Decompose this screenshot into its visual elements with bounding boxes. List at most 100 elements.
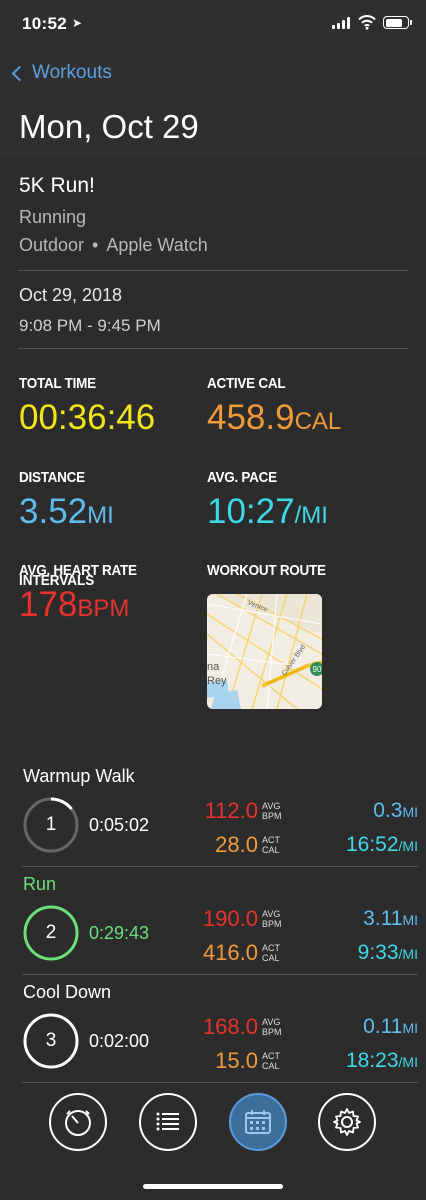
interval-cal: 416.0 ACT CAL	[196, 940, 284, 966]
workout-info: 5K Run! Running Outdoor • Apple Watch	[0, 158, 426, 256]
interval-row[interactable]: Warmup Walk 1 0:05:02 112.0 AVG BPM 28.0 …	[0, 766, 426, 874]
page-title: Mon, Oct 29	[19, 108, 199, 145]
cal-label: ACT CAL	[262, 943, 284, 963]
interval-bpm: 190.0 AVG BPM	[196, 906, 284, 932]
workout-source: Outdoor • Apple Watch	[19, 235, 408, 256]
avg-text: AVG	[262, 1017, 281, 1027]
map-label-rey: Rey	[207, 675, 227, 687]
distance-unit: MI	[402, 1020, 418, 1036]
location-arrow-icon: ➤	[72, 16, 83, 30]
workout-route-map[interactable]: 90 Venice Culver Blvd na Rey	[207, 594, 322, 709]
gear-icon	[333, 1108, 361, 1136]
workout-date: Oct 29, 2018	[19, 285, 123, 305]
workout-datetime: Oct 29, 2018 9:08 PM - 9:45 PM	[0, 271, 426, 348]
distance-value: 3.52	[19, 492, 88, 531]
interval-index: 1	[45, 814, 57, 835]
total-time-value: 00:36:46	[19, 398, 156, 437]
pace-unit: /MI	[398, 838, 418, 854]
interval-bpm: 112.0 AVG BPM	[196, 798, 284, 824]
bpm-label: AVG BPM	[262, 801, 284, 821]
interval-row[interactable]: Cool Down 3 0:02:00 168.0 AVG BPM 15.0 AC…	[0, 982, 426, 1090]
chevron-left-icon	[11, 65, 28, 81]
workout-name: 5K Run!	[19, 174, 95, 197]
interval-index: 3	[45, 1030, 57, 1051]
stat-avg-pace: AVG. PACE 10:27/MI	[207, 469, 328, 532]
bpm-label: AVG BPM	[262, 1017, 284, 1037]
interval-duration: 0:05:02	[89, 815, 150, 835]
interval-progress-ring: 1	[23, 797, 79, 853]
avg-hr-value: 178	[19, 585, 78, 624]
stat-label: TOTAL TIME	[19, 375, 96, 392]
interval-distance: 3.11MI	[363, 907, 418, 931]
interval-row[interactable]: Run 2 0:29:43 190.0 AVG BPM 416.0 ACT CAL …	[0, 874, 426, 982]
back-label: Workouts	[32, 62, 112, 83]
battery-icon	[383, 16, 412, 29]
list-icon	[156, 1112, 179, 1131]
act-text: ACT	[262, 835, 280, 845]
distance-value: 0.3	[373, 799, 403, 822]
stat-active-cal: ACTIVE CAL 458.9CAL	[207, 375, 341, 438]
cal-label: ACT CAL	[262, 835, 284, 855]
stat-workout-route: WORKOUT ROUTE	[207, 562, 339, 579]
interval-duration: 0:29:43	[89, 923, 150, 943]
stat-value: 458.9CAL	[207, 398, 341, 438]
avg-pace-unit: /MI	[294, 502, 328, 529]
bpm-value: 168.0	[202, 1014, 258, 1039]
interval-pace: 18:23/MI	[346, 1049, 418, 1073]
bpm-value: 190.0	[202, 906, 258, 931]
bpm-text: BPM	[262, 811, 282, 821]
distance-unit: MI	[402, 804, 418, 820]
cal-text: CAL	[262, 1061, 280, 1071]
stat-distance: DISTANCE 3.52MI	[19, 469, 114, 532]
stat-label: DISTANCE	[19, 469, 85, 486]
cal-value: 15.0	[215, 1048, 258, 1073]
tab-settings[interactable]	[318, 1093, 376, 1151]
interval-progress-ring: 3	[23, 1013, 79, 1069]
pace-value: 18:23	[345, 1049, 399, 1072]
interval-cal: 15.0 ACT CAL	[196, 1048, 284, 1074]
interval-divider	[22, 974, 418, 975]
stat-value: 10:27/MI	[207, 492, 328, 532]
cal-text: CAL	[262, 845, 280, 855]
interval-pace: 9:33/MI	[358, 941, 418, 965]
pace-unit: /MI	[398, 946, 418, 962]
stat-total-time: TOTAL TIME 00:36:46	[19, 375, 155, 438]
distance-value: 0.11	[363, 1015, 403, 1038]
active-cal-unit: CAL	[294, 408, 342, 435]
status-time: 10:52	[22, 14, 67, 33]
bpm-label: AVG BPM	[262, 909, 284, 929]
header: 10:52 ➤ Workouts Mon, Oct 29	[0, 0, 426, 158]
stat-value: 3.52MI	[19, 492, 114, 532]
stat-value: 178BPM	[19, 585, 150, 625]
intervals-title: INTERVALS	[19, 572, 95, 589]
highway-shield-label: 90	[313, 665, 322, 674]
pace-value: 16:52	[345, 833, 399, 856]
interval-bpm: 168.0 AVG BPM	[196, 1014, 284, 1040]
calendar-icon	[245, 1110, 271, 1134]
distance-value: 3.11	[363, 907, 403, 930]
distance-unit: MI	[402, 912, 418, 928]
avg-text: AVG	[262, 801, 281, 811]
stat-label: ACTIVE CAL	[207, 375, 286, 392]
cellular-signal-icon	[332, 17, 350, 29]
bpm-value: 112.0	[204, 798, 258, 823]
pace-value: 9:33	[357, 941, 399, 964]
workout-time-range: 9:08 PM - 9:45 PM	[19, 316, 161, 335]
back-button[interactable]: Workouts	[10, 62, 112, 84]
tab-calendar[interactable]	[229, 1093, 287, 1151]
workout-type: Running	[19, 207, 87, 227]
workout-device: Apple Watch	[106, 235, 208, 255]
workout-location: Outdoor	[19, 235, 85, 255]
interval-divider	[22, 866, 418, 867]
stat-label: AVG. PACE	[207, 469, 277, 486]
tab-stopwatch[interactable]	[49, 1093, 107, 1151]
interval-distance: 0.3MI	[373, 799, 418, 823]
interval-distance: 0.11MI	[363, 1015, 418, 1039]
home-indicator[interactable]	[143, 1184, 283, 1189]
avg-pace-value: 10:27	[207, 492, 295, 531]
pace-unit: /MI	[398, 1054, 418, 1070]
active-cal-value: 458.9	[207, 398, 295, 437]
tab-list[interactable]	[139, 1093, 197, 1151]
status-bar: 10:52 ➤	[0, 0, 426, 50]
act-text: ACT	[262, 943, 280, 953]
